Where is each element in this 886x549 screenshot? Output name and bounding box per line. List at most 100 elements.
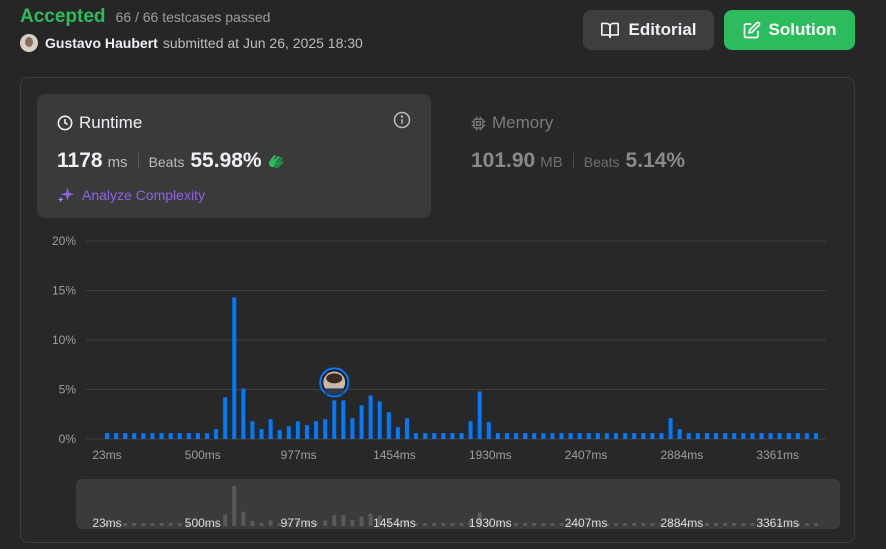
y-tick-label: 10% [52,333,76,347]
histogram-bar [377,401,382,439]
mini-x-tick-label: 977ms [281,516,317,530]
mini-histogram-bar [559,523,564,526]
histogram-bar [577,433,582,439]
mini-histogram-bar [750,523,755,526]
histogram-bar [386,412,391,439]
mini-x-tick-label: 1930ms [469,516,512,530]
mini-histogram-bar [141,523,146,526]
mini-histogram-bar [550,523,555,526]
mini-histogram-bar [323,520,328,526]
histogram-bar [795,433,800,439]
x-tick-label: 1930ms [469,448,512,462]
mini-histogram-bar [632,523,637,526]
histogram-bar [714,433,719,439]
book-open-icon [601,22,620,39]
histogram-bar [641,433,646,439]
histogram-bar [614,433,619,439]
y-tick-label: 5% [59,383,77,397]
mini-histogram-bar [268,520,273,526]
histogram-bar [677,429,682,439]
histogram-bar [341,400,346,439]
histogram-bar [632,433,637,439]
editorial-button[interactable]: Editorial [583,10,714,50]
histogram-bar [268,419,273,439]
x-tick-label: 23ms [92,448,121,462]
solution-button[interactable]: Solution [724,10,855,50]
histogram-bar [450,433,455,439]
histogram-bar [295,421,300,439]
mini-x-tick-label: 2407ms [565,516,608,530]
histogram-bar [177,433,182,439]
status-accepted: Accepted [20,6,106,27]
histogram-bar [459,433,464,439]
histogram-bar [532,433,537,439]
x-tick-label: 2884ms [661,448,704,462]
histogram-bar [759,433,764,439]
y-tick-label: 15% [52,284,76,298]
histogram-bar [223,397,228,439]
histogram-bar [123,433,128,439]
histogram-bar [650,433,655,439]
mini-histogram-bar [532,523,537,526]
histogram-bar [286,426,291,439]
histogram-bar [623,433,628,439]
y-tick-label: 0% [59,432,77,446]
histogram-bar [723,433,728,439]
histogram-bar [250,421,255,439]
histogram-bar [195,433,200,439]
edit-square-icon [743,21,760,39]
mini-histogram-bar [732,523,737,526]
histogram-bar [304,425,309,439]
histogram-bar [105,433,109,439]
mini-histogram-bar [223,514,228,526]
histogram-bar [359,405,364,439]
submitted-at: submitted at Jun 26, 2025 18:30 [162,35,363,51]
histogram-bar [468,421,473,439]
mini-histogram-bar [232,485,237,526]
histogram-bar [750,433,755,439]
mini-x-tick-label: 1454ms [373,516,416,530]
histogram-bar [423,433,428,439]
histogram-bar [477,391,482,439]
histogram-bar [604,433,609,439]
mini-histogram-bar [159,523,164,526]
histogram-bar [332,400,337,439]
mini-histogram-bar [523,523,528,526]
histogram-bar [486,422,491,439]
histogram-bar [704,433,709,439]
histogram-bar [541,433,546,439]
mini-histogram-bar [241,511,246,526]
user-avatar-hair [326,373,343,384]
histogram-bar [595,433,600,439]
mini-histogram-bar [541,523,546,526]
histogram-bar [214,429,219,439]
username-link[interactable]: Gustavo Haubert [45,35,158,51]
histogram-bar [668,418,673,439]
mini-histogram-bar [359,516,364,526]
status-line: Accepted 66 / 66 testcases passed [20,6,363,28]
histogram-bar [114,433,119,439]
mini-histogram-bar [623,523,628,526]
histogram-bar [414,433,419,439]
x-tick-label: 1454ms [373,448,416,462]
avatar[interactable] [20,34,38,52]
mini-histogram-bar [804,523,809,526]
mini-histogram-bar [177,523,182,526]
x-tick-label: 977ms [281,448,317,462]
histogram-bar [404,418,409,439]
histogram-bar [814,433,818,439]
histogram-bar [804,433,809,439]
histogram-bar [368,395,373,439]
histogram-bar [314,421,319,439]
histogram-bar [132,433,137,439]
histogram-bar [786,433,791,439]
histogram-bar [559,433,564,439]
histogram-bar [241,388,246,439]
histogram-bar [586,433,591,439]
histogram-bar [141,433,146,439]
mini-histogram-bar [132,523,137,526]
mini-histogram-bar [423,523,428,526]
x-tick-label: 500ms [185,448,221,462]
testcases-passed: 66 / 66 testcases passed [115,9,271,25]
histogram-bar [150,433,155,439]
